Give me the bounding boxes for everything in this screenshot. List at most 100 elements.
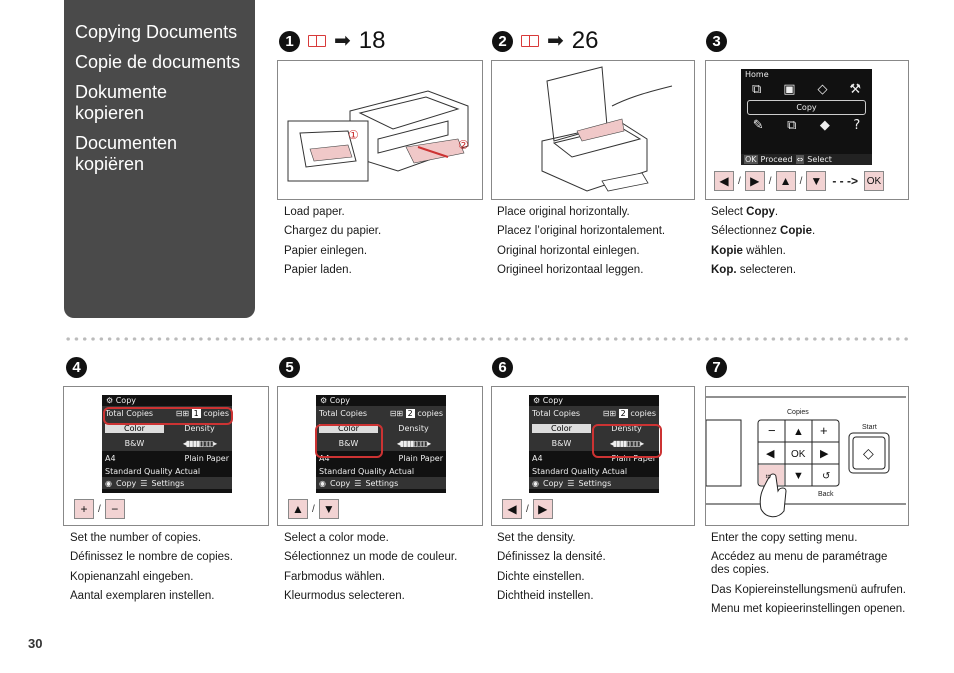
highlight-color-mode — [315, 424, 383, 458]
text-de: Das Kopiereinstellungsmenü aufrufen. — [711, 583, 906, 596]
step-number: 7 — [706, 356, 727, 378]
callout-2: ② — [458, 138, 469, 152]
step-4-description: Set the number of copies. Définissez le … — [70, 532, 233, 609]
copies-label: Copies — [787, 409, 809, 416]
highlight-total-copies — [103, 407, 233, 425]
right-button[interactable]: ▶ — [744, 171, 765, 191]
lcd-title: Home — [741, 69, 872, 80]
step-1-description: Load paper. Chargez du papier. Papier ei… — [284, 206, 381, 283]
dotted-divider — [64, 337, 910, 341]
layout-icon: ⧉ — [787, 118, 797, 133]
arrow-right-icon: ➡ — [334, 30, 351, 52]
page-ref[interactable]: 18 — [359, 27, 386, 55]
svg-text:▶: ▶ — [820, 448, 829, 460]
text-fr: Définissez le nombre de copies. — [70, 551, 233, 564]
color-option: Color — [532, 424, 591, 433]
menu-button[interactable] — [759, 465, 784, 485]
plus-button[interactable]: + — [74, 499, 94, 519]
step-6-illustration: ⚙ Copy Total Copies ⊟⊞ 2 copies Color B&… — [491, 386, 695, 526]
help-icon: ? — [853, 118, 861, 133]
scan-mode-icon: ◇ — [817, 82, 828, 97]
arrow-right-icon: ➡ — [547, 30, 564, 52]
down-button[interactable]: ▼ — [806, 171, 827, 191]
text-nl: Origineel horizontaal leggen. — [497, 263, 644, 276]
text-de: Original horizontal einlegen. — [497, 244, 640, 257]
left-button[interactable]: ◀ — [714, 171, 734, 191]
page-number: 30 — [28, 636, 43, 651]
bw-option: B&W — [551, 439, 572, 448]
up-button[interactable]: ▲ — [288, 499, 308, 519]
step-number: 1 — [279, 30, 300, 52]
text-fr: Chargez du papier. — [284, 225, 382, 238]
photo-mode-icon: ▣ — [783, 82, 796, 97]
text-fr: Définissez la densité. — [497, 551, 606, 564]
printer-scanner-illustration — [541, 66, 673, 192]
up-button[interactable]: ▲ — [775, 171, 796, 191]
text-en: Select Copy. — [711, 206, 779, 218]
svg-text:+: + — [820, 423, 828, 438]
title-en: Copying Documents — [75, 22, 238, 42]
cd-print-icon: ◆ — [819, 118, 830, 133]
lcd-title: Copy — [542, 396, 564, 405]
text-fr: Sélectionnez un mode de couleur. — [284, 551, 458, 564]
lcd-selected-item: Copy — [747, 100, 866, 115]
book-icon — [521, 35, 539, 47]
step-1-header: 1 ➡ 18 — [279, 27, 386, 55]
dashed-arrow-icon: - - -> — [832, 174, 859, 188]
start-button[interactable] — [849, 433, 889, 473]
svg-text:◀: ◀ — [766, 448, 775, 460]
step-6-header: 6 — [492, 354, 513, 380]
ok-button[interactable]: OK — [864, 171, 885, 191]
text-nl: Kleurmodus selecteren. — [284, 589, 405, 602]
lcd-title: Copy — [115, 396, 137, 405]
text-nl: Menu met kopieerinstellingen openen. — [711, 602, 906, 615]
text-fr: Placez l’original horizontalement. — [497, 225, 666, 238]
text-fr: Accédez au menu de paramétrage des copie… — [711, 551, 888, 577]
step-number: 6 — [492, 356, 513, 378]
step-4-illustration: ⚙ Copy Total Copies ⊟⊞ 1 copies Color B&… — [63, 386, 269, 526]
copies-count: 2 — [618, 409, 628, 418]
ok-key-icon: OK — [744, 155, 758, 164]
copies-count: 2 — [405, 409, 415, 418]
text-de: Farbmodus wählen. — [284, 570, 385, 583]
text-fr: Sélectionnez Copie. — [711, 225, 816, 238]
step-5-header: 5 — [279, 354, 300, 380]
step-7-header: 7 — [706, 354, 727, 380]
title-de: Dokumente kopieren — [75, 82, 168, 123]
page-ref[interactable]: 26 — [572, 27, 599, 55]
step-1-illustration: ① ② — [277, 60, 483, 200]
text-en: Set the density. — [497, 532, 576, 544]
step-3-illustration: Home ⧉ ▣ ◇ ⚒ Copy ✎ ⧉ ◆? OK Proceed ⇔ Select … — [705, 60, 909, 200]
step-4-buttons: + / − — [74, 499, 125, 519]
left-button[interactable]: ◀ — [502, 499, 522, 519]
setup-icon: ⚒ — [849, 82, 862, 97]
svg-text:↺: ↺ — [822, 471, 830, 482]
svg-text:▲: ▲ — [793, 426, 804, 438]
step-5-illustration: ⚙ Copy Total Copies ⊟⊞ 2 copies Color B&… — [277, 386, 483, 526]
callout-1: ① — [348, 128, 359, 142]
right-button[interactable]: ▶ — [532, 499, 553, 519]
section-title-panel: Copying Documents Copie de documents Dok… — [64, 0, 255, 318]
text-nl: Dichtheid instellen. — [497, 589, 594, 602]
down-button[interactable]: ▼ — [318, 499, 339, 519]
bw-option: B&W — [124, 439, 145, 448]
start-label: Start — [862, 424, 877, 431]
step-6-buttons: ◀ / ▶ — [502, 499, 553, 519]
lcd-title: Copy — [329, 396, 351, 405]
step-2-header: 2 ➡ 26 — [492, 27, 599, 55]
title-fr: Copie de documents — [75, 52, 241, 72]
step-7-description: Enter the copy setting menu. Accédez au … — [711, 532, 906, 622]
lcd-home-screen: Home ⧉ ▣ ◇ ⚒ Copy ✎ ⧉ ◆? OK Proceed ⇔ Select — [741, 69, 872, 165]
footer-select: Select — [807, 155, 832, 164]
step-2-illustration — [491, 60, 695, 200]
step-2-description: Place original horizontally. Placez l’or… — [497, 206, 665, 283]
step-number: 4 — [66, 356, 87, 378]
step-7-illustration: Copies Start Back − ▲ + ◀ OK ▶ ≔ ▼ ↺ ◇ — [705, 386, 909, 526]
copy-mode-icon: ⧉ — [751, 82, 762, 97]
step-number: 5 — [279, 356, 300, 378]
minus-button[interactable]: − — [104, 499, 125, 519]
text-en: Set the number of copies. — [70, 532, 202, 544]
photo-print-icon: ✎ — [752, 118, 764, 133]
arrow-keys-icon: ⇔ — [795, 155, 805, 164]
step-3-header: 3 — [706, 28, 727, 54]
